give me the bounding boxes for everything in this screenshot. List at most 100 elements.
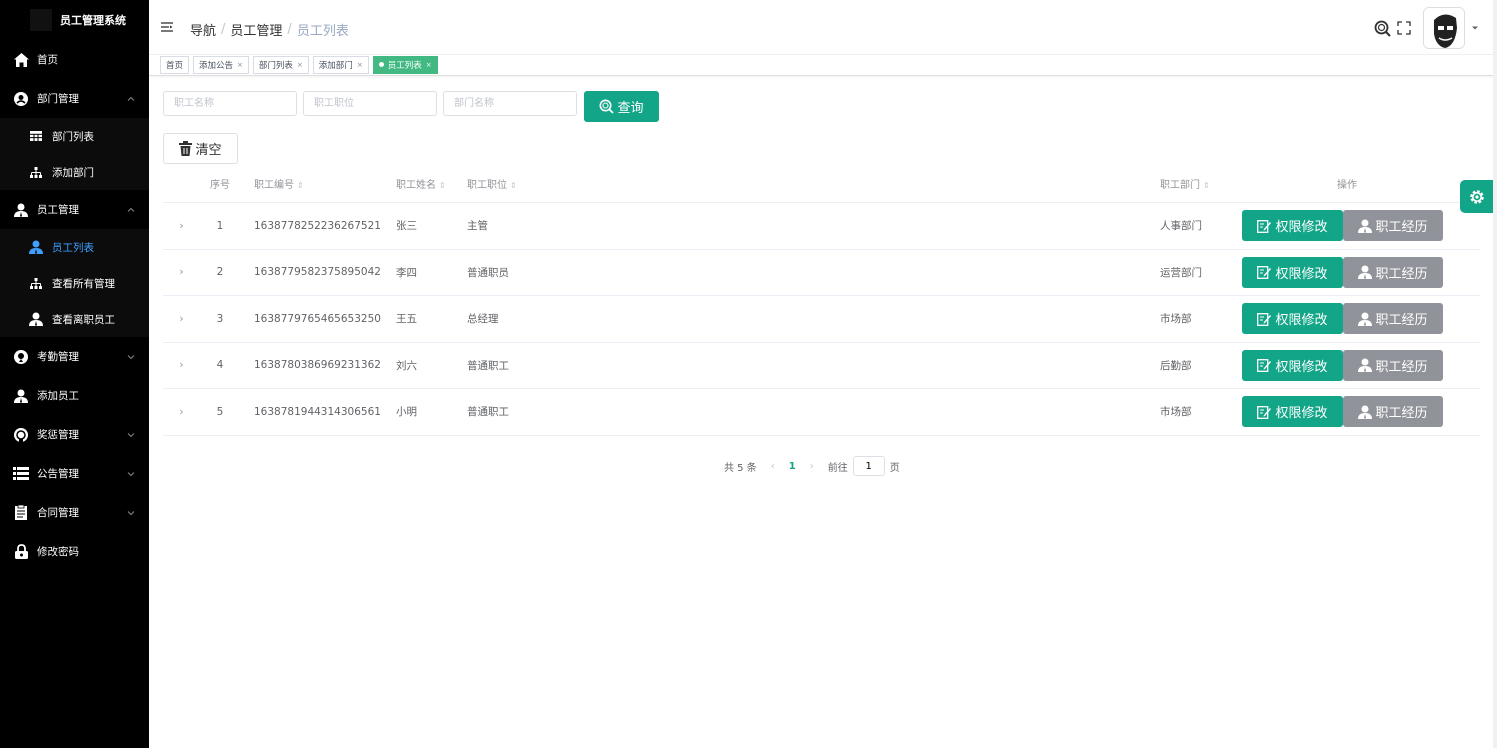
- employee-name-input[interactable]: [163, 91, 297, 116]
- sidebar-item-label: 合同管理: [37, 507, 79, 519]
- user-icon: [1358, 312, 1373, 326]
- brand-title: 员工管理系统: [60, 14, 126, 27]
- clear-button-label: 清空: [195, 143, 222, 158]
- breadcrumb-item[interactable]: 员工管理: [230, 20, 282, 39]
- document-icon: [13, 505, 29, 521]
- cell-dept: 运营部门: [1160, 266, 1202, 279]
- expand-icon[interactable]: ›: [163, 266, 200, 278]
- sidebar-item-rewards[interactable]: 奖惩管理: [0, 415, 149, 454]
- query-button[interactable]: 查询: [584, 91, 659, 122]
- page-number-current[interactable]: 1: [789, 461, 796, 472]
- employee-history-button[interactable]: 职工经历: [1343, 396, 1443, 428]
- close-icon[interactable]: ×: [357, 61, 363, 69]
- user-icon: [28, 239, 44, 255]
- sidebar-item-view-all-managers[interactable]: 查看所有管理: [0, 265, 149, 301]
- sort-icon[interactable]: ⇕: [297, 181, 304, 190]
- goto-page-input[interactable]: [852, 456, 885, 476]
- employee-history-button[interactable]: 职工经历: [1343, 303, 1443, 335]
- sidebar-item-department-management[interactable]: 部门管理: [0, 79, 149, 118]
- active-dot-icon: [378, 62, 384, 67]
- breadcrumb-item: 导航: [190, 24, 217, 39]
- column-header-name[interactable]: 职工姓名 ⇕: [382, 176, 453, 191]
- cell-id: 1638780386969231362: [254, 359, 381, 372]
- cell-name: 王五: [396, 313, 417, 326]
- caret-down-icon[interactable]: [1471, 24, 1479, 32]
- sidebar-item-add-employee[interactable]: 添加员工: [0, 376, 149, 415]
- sidebar-item-attendance[interactable]: 考勤管理: [0, 337, 149, 376]
- sidebar-item-home[interactable]: 首页: [0, 40, 149, 79]
- close-icon[interactable]: ×: [237, 61, 243, 69]
- tag-add-department[interactable]: 添加部门 ×: [312, 55, 369, 74]
- sidebar-item-label: 部门列表: [52, 130, 94, 143]
- employee-position-input[interactable]: [303, 91, 437, 116]
- prev-page-icon[interactable]: ‹: [771, 461, 775, 472]
- sidebar-item-announcements[interactable]: 公告管理: [0, 454, 149, 493]
- sidebar-item-label: 查看离职员工: [52, 313, 115, 326]
- column-header-position[interactable]: 职工职位 ⇕: [453, 176, 1155, 191]
- close-icon[interactable]: ×: [426, 61, 432, 69]
- sort-icon[interactable]: ⇕: [1203, 181, 1210, 190]
- edit-permission-button[interactable]: 权限修改: [1242, 396, 1343, 428]
- sidebar-item-employee-list[interactable]: 员工列表: [0, 229, 149, 265]
- header-actions: [1374, 7, 1479, 49]
- tag-department-list[interactable]: 部门列表 ×: [252, 55, 309, 74]
- sidebar-item-contracts[interactable]: 合同管理: [0, 493, 149, 532]
- edit-permission-button[interactable]: 权限修改: [1242, 303, 1343, 335]
- employee-history-button[interactable]: 职工经历: [1343, 349, 1443, 381]
- table-row: › 5 1638781944314306561 小明 普通职工 市场部 权限修改…: [163, 389, 1480, 436]
- chevron-up-icon: [127, 207, 135, 212]
- employee-history-label: 职工经历: [1375, 220, 1428, 236]
- sidebar-item-employee-management[interactable]: 员工管理: [0, 190, 149, 229]
- edit-permission-button[interactable]: 权限修改: [1242, 256, 1343, 288]
- search-icon: [599, 99, 615, 114]
- employee-history-button[interactable]: 职工经历: [1343, 210, 1443, 242]
- employee-history-label: 职工经历: [1375, 406, 1428, 422]
- expand-icon[interactable]: ›: [163, 359, 200, 371]
- tag-label: 部门列表: [258, 60, 293, 71]
- trash-icon: [179, 141, 193, 156]
- edit-permission-button[interactable]: 权限修改: [1242, 349, 1343, 381]
- expand-icon[interactable]: ›: [163, 220, 200, 232]
- next-page-icon[interactable]: ›: [810, 461, 814, 472]
- column-header-dept[interactable]: 职工部门 ⇕: [1155, 176, 1242, 191]
- sidebar-item-add-department[interactable]: 添加部门: [0, 154, 149, 190]
- sidebar-item-label: 考勤管理: [37, 351, 79, 363]
- column-header-id[interactable]: 职工编号 ⇕: [240, 176, 382, 191]
- menu-toggle-icon[interactable]: [161, 21, 173, 33]
- employee-history-button[interactable]: 职工经历: [1343, 256, 1443, 288]
- sitemap-icon: [28, 164, 44, 180]
- sidebar-item-department-list[interactable]: 部门列表: [0, 118, 149, 154]
- settings-button[interactable]: [1460, 180, 1493, 213]
- home-icon: [13, 52, 29, 68]
- sort-icon[interactable]: ⇕: [510, 181, 517, 190]
- cell-position: 普通职工: [467, 359, 509, 372]
- cell-id: 1638779582375895042: [254, 266, 381, 279]
- table-row: › 4 1638780386969231362 刘六 普通职工 后勤部 权限修改…: [163, 343, 1480, 389]
- breadcrumb: 导航 / 员工管理 / 员工列表: [190, 20, 349, 39]
- avatar[interactable]: [1423, 7, 1465, 49]
- tag-add-announcement[interactable]: 添加公告 ×: [193, 55, 249, 74]
- logo: [30, 9, 52, 31]
- scrollbar[interactable]: [1493, 0, 1497, 748]
- tag-home[interactable]: 首页: [160, 55, 190, 74]
- close-icon[interactable]: ×: [297, 61, 303, 69]
- sidebar-item-label: 奖惩管理: [37, 429, 79, 441]
- tag-employee-list[interactable]: 员工列表 ×: [372, 55, 438, 74]
- edit-permission-button[interactable]: 权限修改: [1242, 210, 1343, 242]
- chevron-up-icon: [127, 96, 135, 101]
- expand-icon[interactable]: ›: [163, 406, 200, 418]
- cell-position: 普通职工: [467, 406, 509, 419]
- edit-icon: [1257, 405, 1272, 419]
- sidebar-item-view-resigned[interactable]: 查看离职员工: [0, 301, 149, 337]
- cell-id: 1638779765465653250: [254, 312, 381, 325]
- sort-icon[interactable]: ⇕: [439, 181, 446, 190]
- employee-history-label: 职工经历: [1375, 313, 1428, 329]
- expand-icon[interactable]: ›: [163, 313, 200, 325]
- search-icon[interactable]: [1374, 20, 1391, 37]
- fullscreen-icon[interactable]: [1397, 21, 1411, 35]
- department-name-input[interactable]: [443, 91, 577, 116]
- clear-button[interactable]: 清空: [163, 133, 238, 164]
- sidebar-item-label: 添加员工: [37, 390, 79, 402]
- sidebar-item-change-password[interactable]: 修改密码: [0, 532, 149, 571]
- user-icon: [1358, 265, 1373, 280]
